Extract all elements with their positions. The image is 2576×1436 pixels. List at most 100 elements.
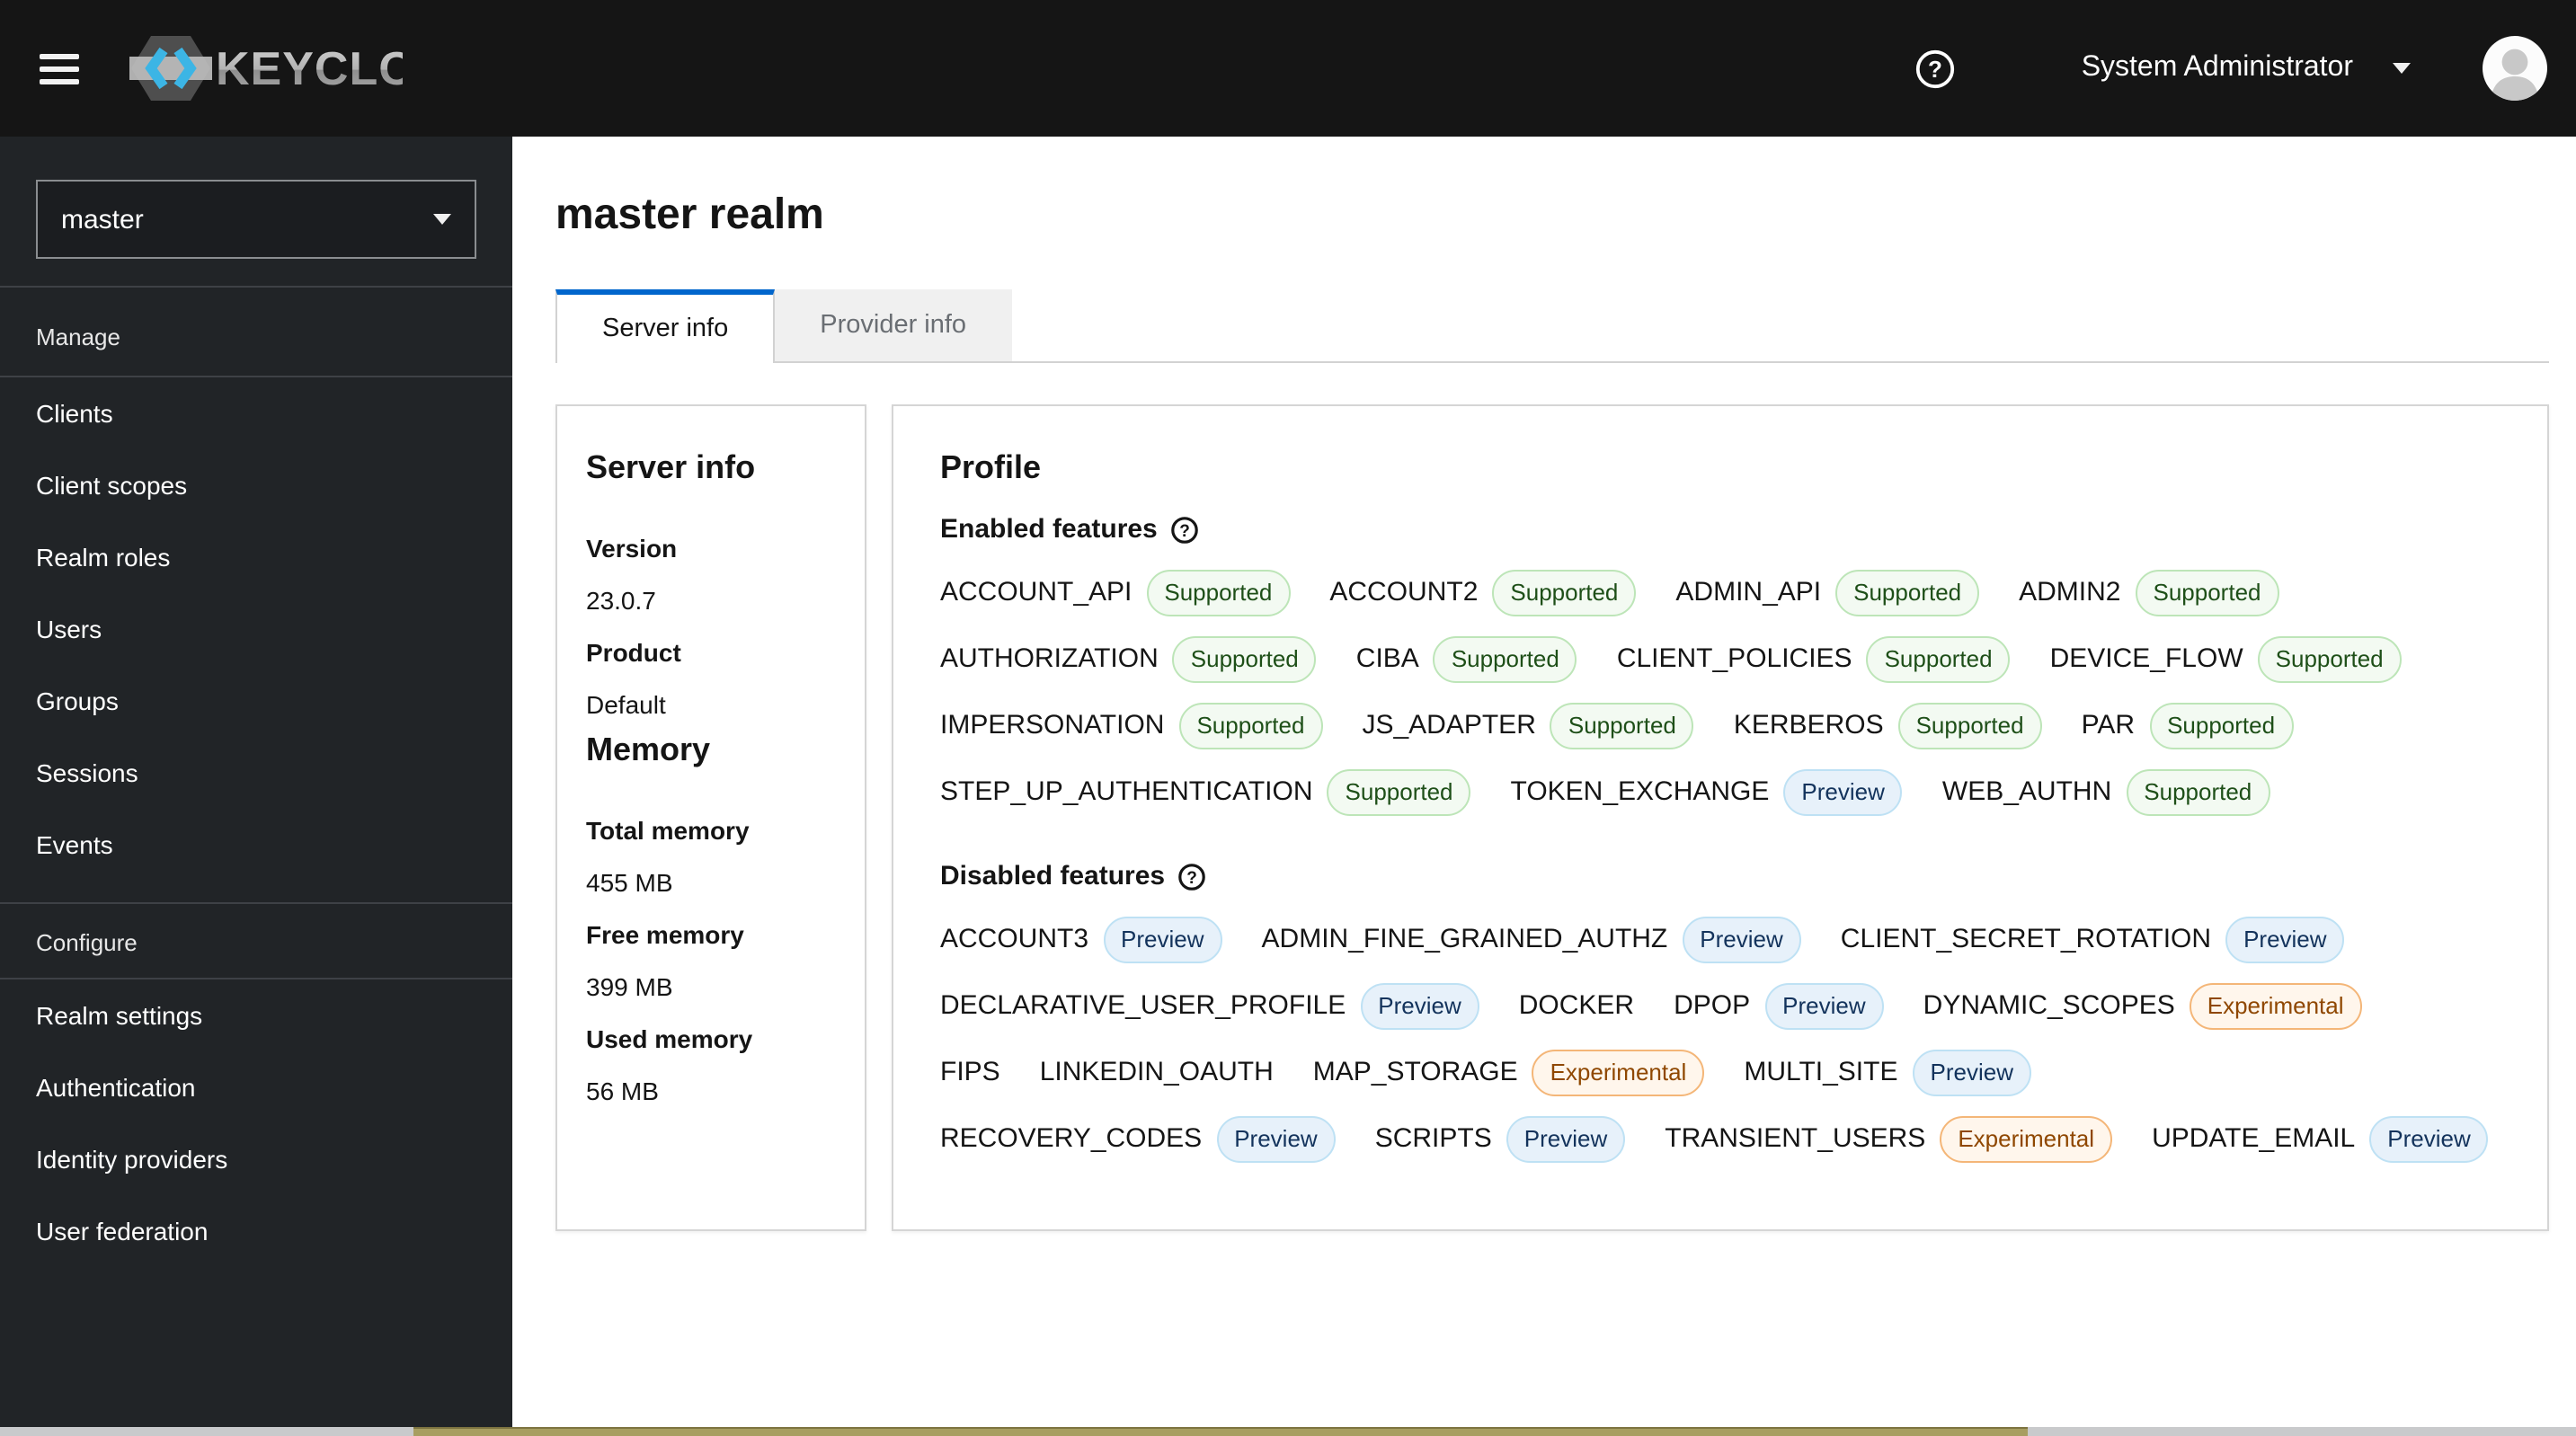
horizontal-scrollbar-thumb[interactable]	[413, 1427, 2028, 1436]
feature-badge-supported: Supported	[2149, 702, 2294, 749]
feature-name: DEVICE_FLOW	[2049, 643, 2243, 674]
sidebar-item-realm-roles[interactable]: Realm roles	[0, 521, 512, 593]
feature-badge-preview: Preview	[2369, 1115, 2489, 1162]
feature-name: JS_ADAPTER	[1362, 710, 1536, 740]
enabled-features-text: Enabled features	[940, 514, 1158, 545]
sidebar-item-events[interactable]: Events	[0, 809, 512, 881]
tab-server-info[interactable]: Server info	[555, 289, 776, 363]
feature-name: AUTHORIZATION	[940, 643, 1159, 674]
feature-fips: FIPS	[940, 1057, 1000, 1087]
feature-kerberos: KERBEROS Supported	[1734, 702, 2042, 749]
feature-badge-experimental: Experimental	[1532, 1049, 1705, 1095]
sidebar-item-groups[interactable]: Groups	[0, 665, 512, 737]
feature-badge-preview: Preview	[1764, 982, 1884, 1029]
feature-badge-preview: Preview	[1783, 768, 1903, 815]
question-circle-icon: ?	[1915, 49, 1954, 88]
menu-icon[interactable]	[40, 53, 79, 84]
sidebar: master Manage Clients Client scopes Realm r…	[0, 137, 512, 1427]
menu-bar	[40, 78, 79, 84]
feature-web-authn: WEB_AUTHN Supported	[1942, 768, 2270, 815]
feature-account2: ACCOUNT2 Supported	[1329, 569, 1637, 616]
chevron-down-icon[interactable]	[2393, 63, 2411, 74]
horizontal-scrollbar[interactable]	[0, 1427, 2576, 1436]
field-value: 399 MB	[586, 972, 673, 1001]
feature-name: TOKEN_EXCHANGE	[1510, 776, 1770, 807]
user-menu[interactable]: System Administrator	[2082, 52, 2353, 84]
keycloak-logo-icon: KEYCLOAK	[129, 36, 403, 101]
feature-row: STEP_UP_AUTHENTICATION Supported TOKEN_EXC…	[940, 767, 2500, 816]
feature-badge-experimental: Experimental	[2189, 982, 2362, 1029]
question-circle-icon[interactable]: ?	[1177, 862, 1206, 891]
feature-name: STEP_UP_AUTHENTICATION	[940, 776, 1313, 807]
keycloak-admin-console: KEYCLOAK ? System Administrator	[0, 0, 2576, 1436]
help-icon[interactable]: ?	[1914, 48, 1956, 89]
sidebar-item-client-scopes[interactable]: Client scopes	[0, 449, 512, 521]
nav-group-configure: Configure Realm settings Authentication Ide…	[0, 902, 512, 1267]
page-title: master realm	[555, 191, 824, 239]
feature-badge-supported: Supported	[1835, 569, 1980, 616]
feature-ciba: CIBA Supported	[1356, 635, 1577, 682]
sidebar-item-user-federation[interactable]: User federation	[0, 1195, 512, 1267]
feature-js-adapter: JS_ADAPTER Supported	[1362, 702, 1694, 749]
feature-dpop: DPOP Preview	[1674, 982, 1884, 1029]
feature-name: WEB_AUTHN	[1941, 776, 2112, 807]
menu-bar	[40, 53, 79, 58]
avatar[interactable]	[2483, 36, 2547, 101]
enabled-features-list: ACCOUNT_API Supported ACCOUNT2 Supported ADM…	[940, 568, 2500, 816]
server-info-card: Server info Version 23.0.7 Product Default …	[555, 404, 866, 1231]
field-label: Free memory	[586, 920, 744, 949]
feature-impersonation: IMPERSONATION Supported	[940, 702, 1323, 749]
svg-text:?: ?	[1928, 55, 1942, 82]
keycloak-logo[interactable]: KEYCLOAK	[129, 32, 403, 104]
feature-transient-users: TRANSIENT_USERS Experimental	[1665, 1115, 2113, 1162]
feature-scripts: SCRIPTS Preview	[1375, 1115, 1626, 1162]
sidebar-item-users[interactable]: Users	[0, 593, 512, 665]
feature-badge-preview: Preview	[1912, 1049, 2031, 1095]
feature-name: DOCKER	[1518, 990, 1635, 1021]
feature-name: MULTI_SITE	[1744, 1057, 1898, 1087]
feature-linkedin-oauth: LINKEDIN_OAUTH	[1040, 1057, 1274, 1087]
field-value: 23.0.7	[586, 586, 656, 615]
sidebar-item-realm-settings[interactable]: Realm settings	[0, 979, 512, 1051]
feature-name: PAR	[2081, 710, 2136, 740]
field-label: Total memory	[586, 816, 750, 845]
sidebar-item-authentication[interactable]: Authentication	[0, 1051, 512, 1123]
field-label: Product	[586, 638, 681, 667]
feature-badge-preview: Preview	[2225, 916, 2345, 962]
feature-client-policies: CLIENT_POLICIES Supported	[1617, 635, 2011, 682]
feature-badge-supported: Supported	[1897, 702, 2042, 749]
feature-row: RECOVERY_CODES Preview SCRIPTS Preview TRANS…	[940, 1114, 2500, 1163]
feature-badge-preview: Preview	[1682, 916, 1801, 962]
feature-row: ACCOUNT_API Supported ACCOUNT2 Supported ADM…	[940, 568, 2500, 616]
server-info-fields: Version 23.0.7 Product Default	[586, 523, 836, 731]
feature-badge-supported: Supported	[1492, 569, 1637, 616]
feature-name: UPDATE_EMAIL	[2152, 1123, 2356, 1154]
feature-authorization: AUTHORIZATION Supported	[940, 635, 1317, 682]
cards: Server info Version 23.0.7 Product Default …	[555, 404, 2549, 1231]
feature-badge-preview: Preview	[1506, 1115, 1626, 1162]
tab-provider-info[interactable]: Provider info	[775, 289, 1012, 361]
nav-group-label: Manage	[0, 286, 512, 377]
field-label: Used memory	[586, 1024, 753, 1053]
nav-group-label: Configure	[0, 902, 512, 979]
sidebar-item-clients[interactable]: Clients	[0, 377, 512, 449]
feature-name: DYNAMIC_SCOPES	[1923, 990, 2175, 1021]
feature-client-secret-rotation: CLIENT_SECRET_ROTATION Preview	[1841, 916, 2345, 962]
feature-name: CIBA	[1355, 643, 1419, 674]
sidebar-item-sessions[interactable]: Sessions	[0, 737, 512, 809]
feature-badge-supported: Supported	[2257, 635, 2402, 682]
feature-admin2: ADMIN2 Supported	[2019, 569, 2279, 616]
sidebar-item-identity-providers[interactable]: Identity providers	[0, 1123, 512, 1195]
question-circle-icon[interactable]: ?	[1170, 515, 1199, 544]
feature-name: ADMIN2	[2019, 577, 2121, 607]
feature-name: MAP_STORAGE	[1312, 1057, 1518, 1087]
feature-row: AUTHORIZATION Supported CIBA Supported CLIEN…	[940, 634, 2500, 683]
field-value: Default	[586, 690, 666, 719]
feature-name: KERBEROS	[1733, 710, 1884, 740]
avatar-icon	[2483, 36, 2547, 101]
realm-selector[interactable]: master	[36, 180, 476, 259]
nav-group-manage: Manage Clients Client scopes Realm roles Use…	[0, 286, 512, 881]
feature-badge-preview: Preview	[1360, 982, 1479, 1029]
masthead: KEYCLOAK ? System Administrator	[0, 0, 2576, 137]
feature-badge-supported: Supported	[1178, 702, 1323, 749]
